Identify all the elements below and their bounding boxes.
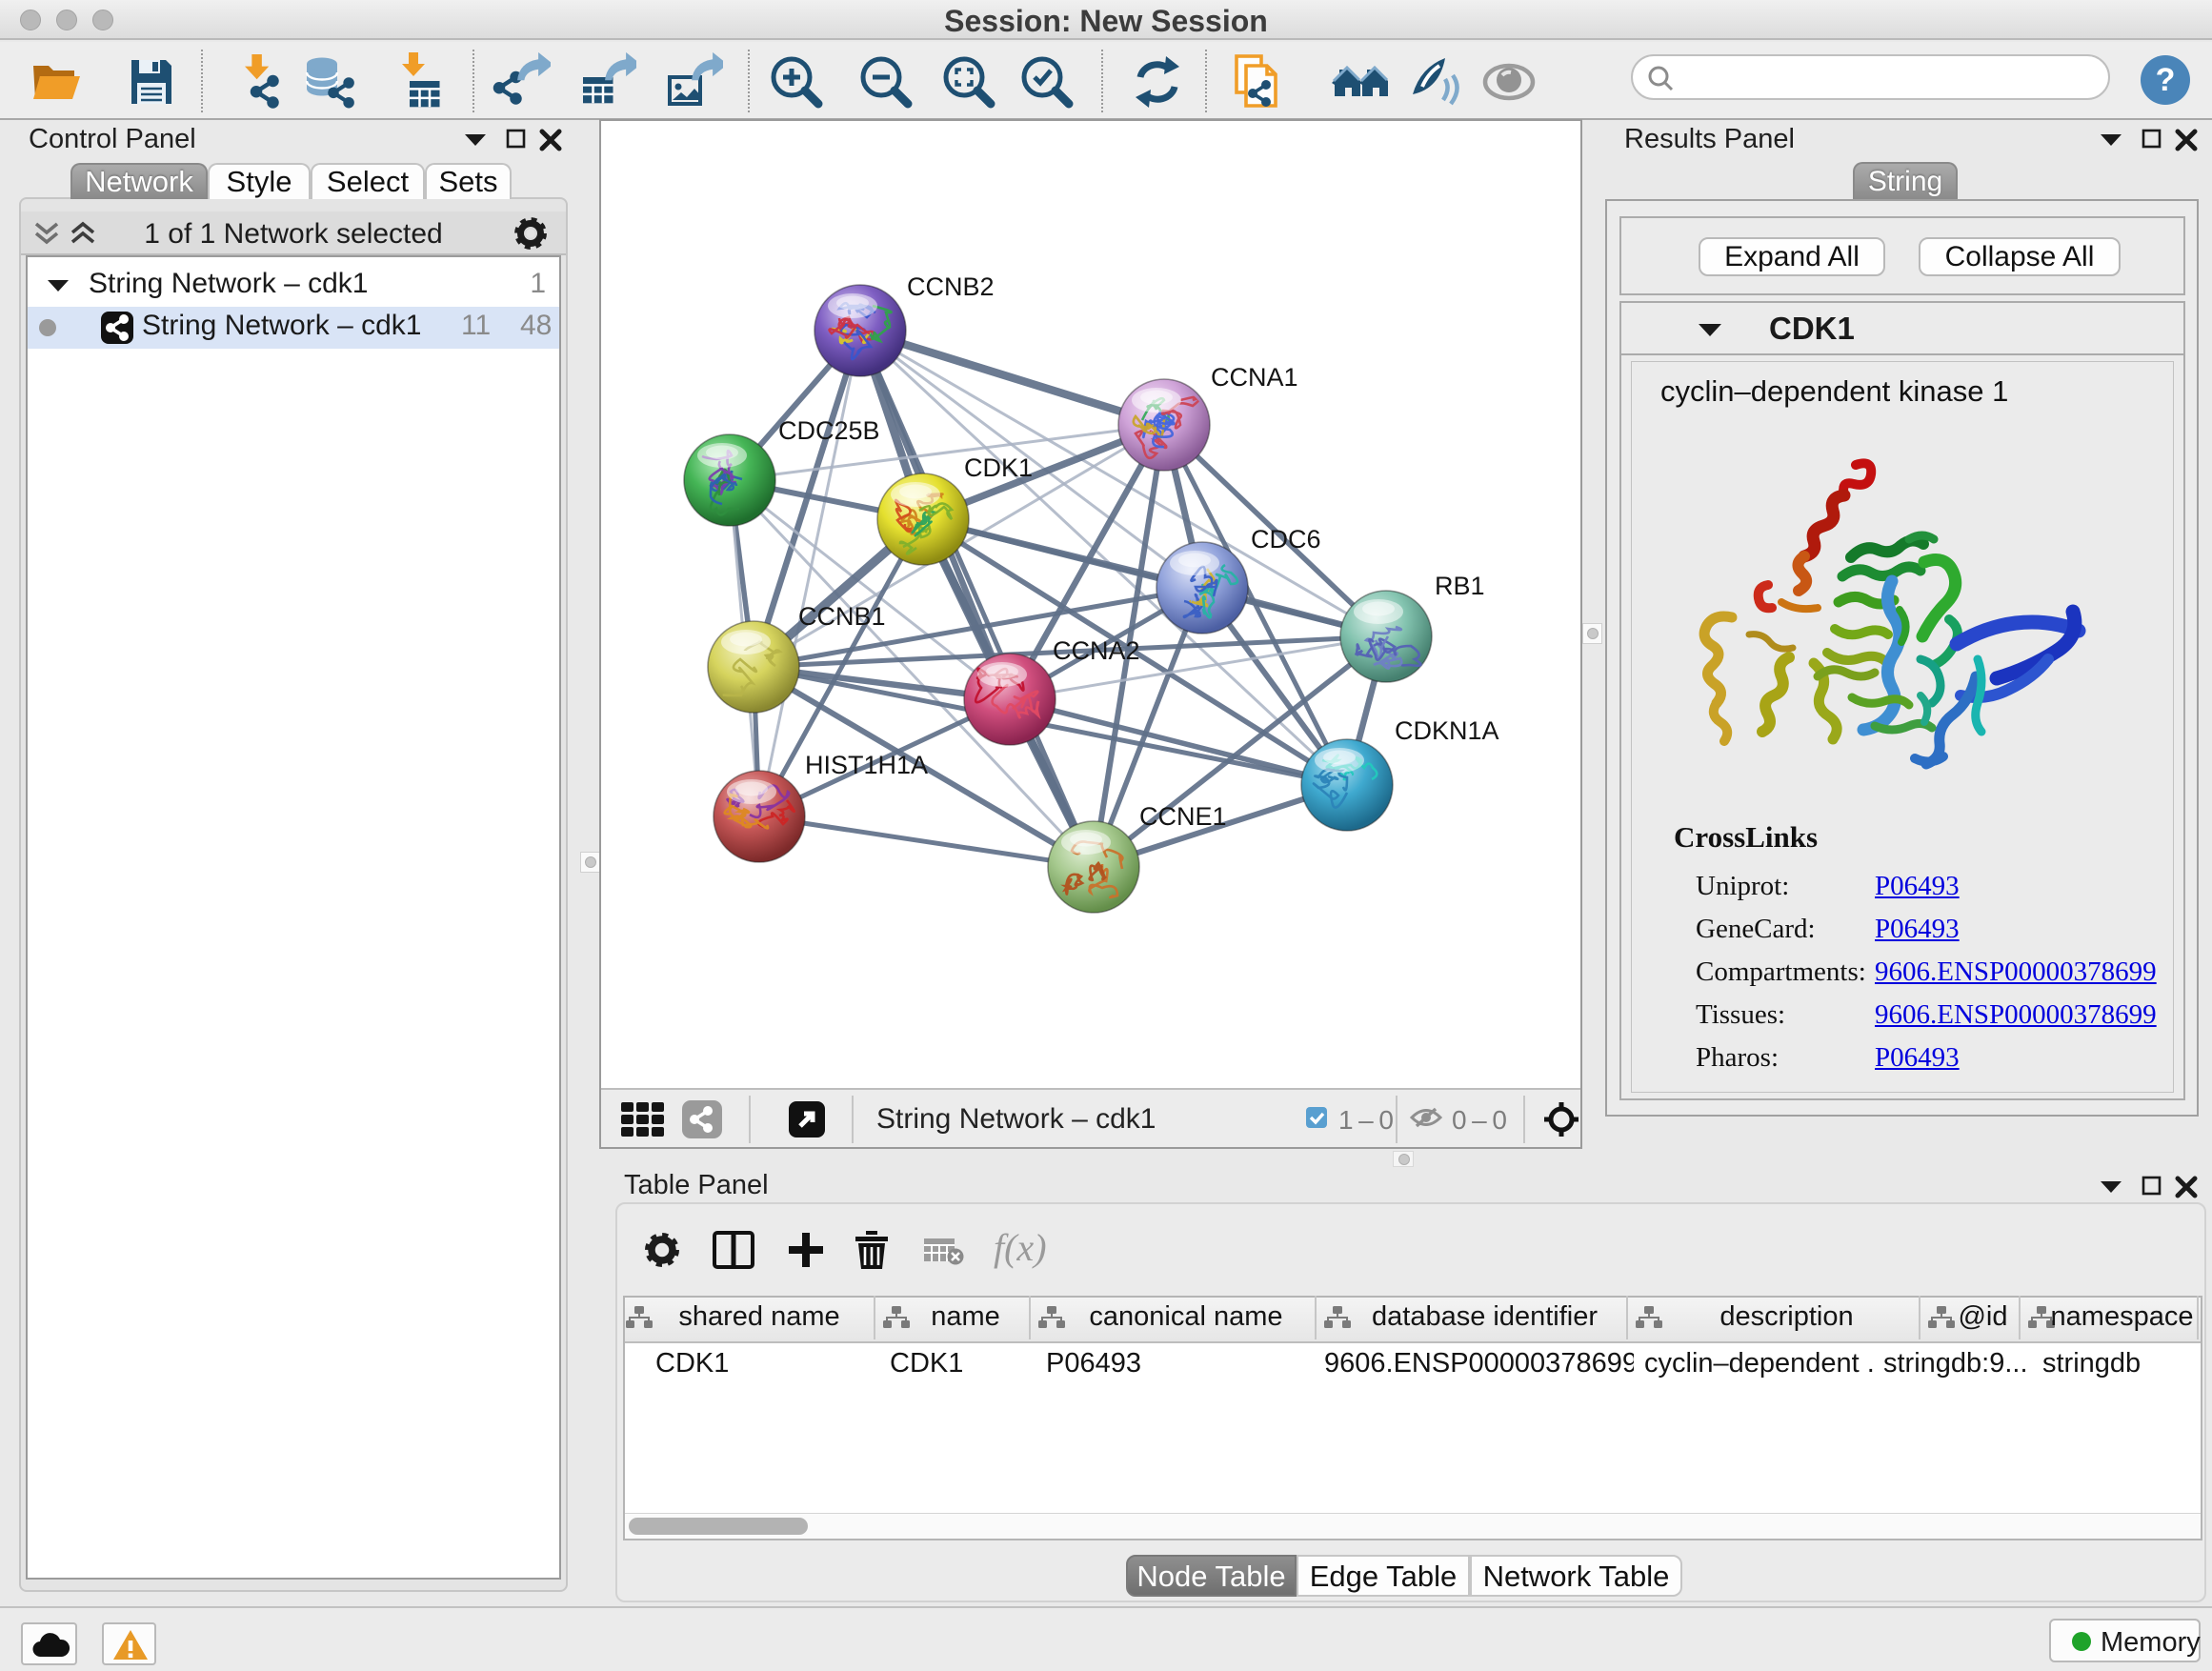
svg-text:?: ? <box>2156 62 2176 98</box>
svg-text:CDK1: CDK1 <box>964 453 1033 482</box>
svg-text:RB1: RB1 <box>1435 572 1485 600</box>
svg-text:CCNB2: CCNB2 <box>907 272 995 301</box>
svg-text:CDC25B: CDC25B <box>778 416 880 445</box>
svg-text:CDKN1A: CDKN1A <box>1395 716 1499 745</box>
svg-text:HIST1H1A: HIST1H1A <box>805 751 928 779</box>
svg-text:CCNA1: CCNA1 <box>1211 363 1298 392</box>
svg-text:CDC6: CDC6 <box>1251 525 1321 554</box>
svg-text:CCNE1: CCNE1 <box>1139 802 1227 831</box>
svg-text:CCNA2: CCNA2 <box>1053 636 1140 665</box>
svg-text:CCNB1: CCNB1 <box>798 602 886 631</box>
